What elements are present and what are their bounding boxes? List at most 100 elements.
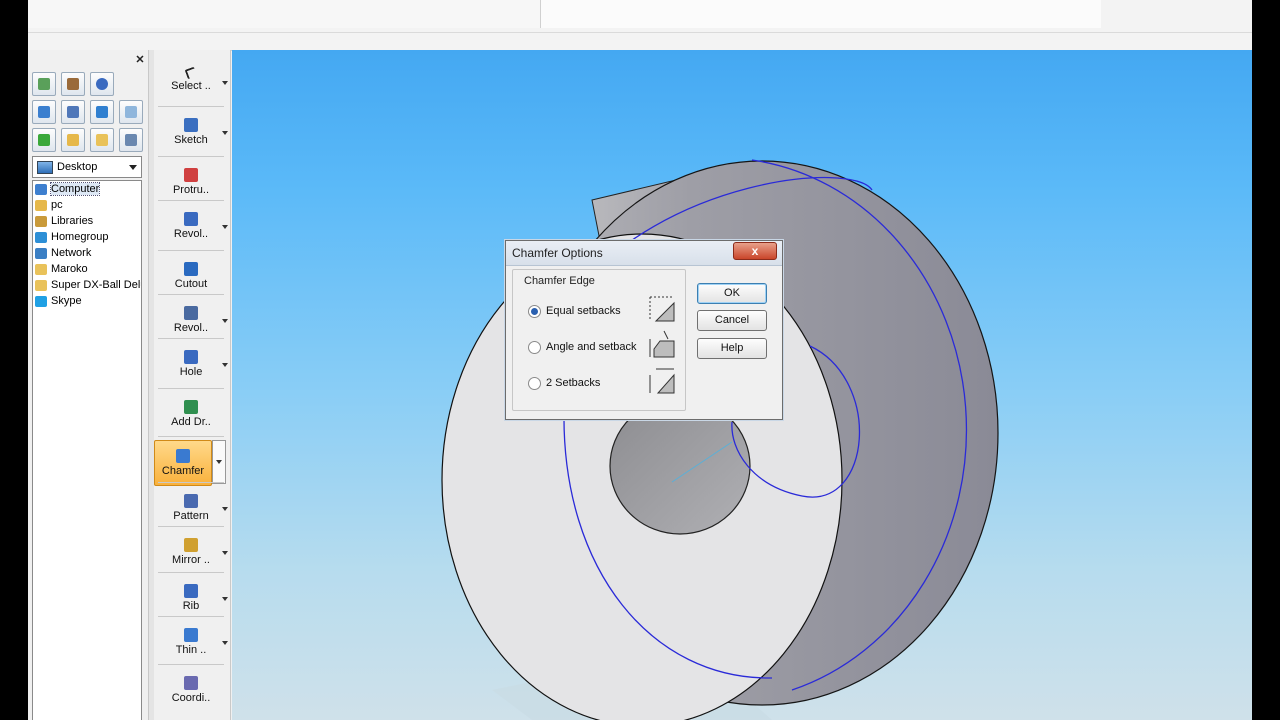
cutout-icon	[184, 262, 198, 276]
toolbar-separator	[158, 338, 224, 339]
toolbar-separator	[158, 482, 224, 483]
desktop-icon	[37, 160, 53, 174]
ribbon-segment-right	[541, 0, 1101, 28]
radio-button[interactable]	[528, 376, 541, 390]
feature-button[interactable]: Protru..	[156, 160, 226, 204]
ok-button[interactable]: OK	[697, 283, 767, 304]
feature-button[interactable]: Revol..	[156, 298, 228, 342]
feature-label: Coordi..	[171, 692, 211, 704]
feature-tree-icon[interactable]	[32, 72, 56, 96]
feature-button[interactable]: Cutout	[156, 254, 226, 298]
tree-item[interactable]: Network	[33, 245, 141, 261]
dropdown-arrow-icon[interactable]	[222, 507, 228, 511]
feature-button[interactable]: Pattern	[156, 486, 228, 530]
network-icon	[35, 247, 47, 259]
explorer-toolbar-row-1	[32, 72, 114, 96]
pattern-icon	[184, 494, 198, 508]
feature-label: Revol..	[173, 322, 209, 334]
feature-button[interactable]: Thin ..	[156, 620, 228, 664]
feature-label: Chamfer	[161, 465, 205, 477]
select-arrow-icon	[184, 66, 198, 80]
feature-button[interactable]: Coordi..	[156, 668, 226, 712]
dropdown-arrow-icon[interactable]	[222, 131, 228, 135]
copy-icon[interactable]	[61, 100, 85, 124]
feature-label: Hole	[179, 366, 203, 378]
back-arrow-icon[interactable]	[32, 128, 56, 152]
hierarchy-icon[interactable]	[32, 100, 56, 124]
tree-item[interactable]: Homegroup	[33, 229, 141, 245]
dropdown-arrow-icon[interactable]	[222, 225, 228, 229]
tree-item-label: Network	[51, 247, 92, 259]
ribbon-segment-left	[28, 0, 541, 28]
close-button[interactable]: x	[733, 242, 777, 260]
dropdown-arrow-icon[interactable]	[222, 363, 228, 367]
chamfer-icon	[176, 449, 190, 463]
layers-icon[interactable]	[61, 72, 85, 96]
hole-icon	[184, 350, 198, 364]
option-angle-and-setback[interactable]: Angle and setback	[528, 339, 637, 355]
feature-button[interactable]: Hole	[156, 342, 228, 386]
feature-label: Select ..	[171, 80, 211, 92]
feature-button[interactable]: Rib	[156, 576, 228, 620]
feature-label: Revol..	[173, 228, 209, 240]
location-dropdown[interactable]: Desktop	[32, 156, 142, 178]
group-label: Chamfer Edge	[522, 275, 597, 287]
option-label: Angle and setback	[546, 341, 637, 353]
dropdown-arrow-icon[interactable]	[222, 319, 228, 323]
dropdown-arrow-icon[interactable]	[222, 551, 228, 555]
tree-item[interactable]: Computer	[33, 181, 141, 197]
help-button[interactable]: Help	[697, 338, 767, 359]
feature-button[interactable]: Sketch	[156, 110, 228, 154]
feature-button[interactable]: Revol..	[156, 204, 228, 248]
toolbar-separator	[158, 616, 224, 617]
tree-item[interactable]: Maroko	[33, 261, 141, 277]
feature-button[interactable]: Add Dr..	[156, 392, 226, 436]
cancel-button[interactable]: Cancel	[697, 310, 767, 331]
radio-button[interactable]	[528, 304, 541, 318]
coordinate-system-icon	[184, 676, 198, 690]
tree-item[interactable]: pc	[33, 197, 141, 213]
angle-and-setback-icon	[649, 330, 675, 358]
new-folder-icon[interactable]	[90, 128, 114, 152]
assembly-icon[interactable]	[90, 100, 114, 124]
homegroup-icon	[35, 231, 47, 243]
folder-up-icon[interactable]	[61, 128, 85, 152]
toolbar-separator	[158, 388, 224, 389]
view-options-icon[interactable]	[119, 128, 143, 152]
panel-close-icon[interactable]: ✕	[134, 54, 146, 66]
dropdown-arrow-icon[interactable]	[222, 81, 228, 85]
library-icon[interactable]	[119, 100, 143, 124]
dialog-titlebar[interactable]: Chamfer Options x	[506, 241, 782, 266]
feature-label: Add Dr..	[171, 416, 211, 428]
feature-button[interactable]: Mirror ..	[156, 530, 228, 574]
folder-icon	[35, 279, 47, 291]
feature-button[interactable]: Select ..	[156, 60, 228, 104]
settings-gear-icon[interactable]	[90, 72, 114, 96]
add-draft-icon	[184, 400, 198, 414]
tree-item-label: pc	[51, 199, 63, 211]
tree-item[interactable]: Skype	[33, 293, 141, 309]
dropdown-arrow-icon[interactable]	[222, 641, 228, 645]
dropdown-arrow-icon[interactable]	[222, 597, 228, 601]
sketch-icon	[184, 118, 198, 132]
feature-button[interactable]: Chamfer	[154, 440, 212, 486]
option-equal-setbacks[interactable]: Equal setbacks	[528, 303, 621, 319]
tree-item-label: Super DX-Ball Delu	[51, 279, 142, 291]
explorer-toolbar-row-2	[32, 100, 143, 124]
toolbar-separator	[158, 572, 224, 573]
explorer-panel: ✕ Desktop Computer pc Libraries Homegroup Ne…	[28, 50, 172, 720]
folder-icon	[35, 263, 47, 275]
tree-item[interactable]: Super DX-Ball Delu	[33, 277, 141, 293]
chamfer-dropdown-button[interactable]	[212, 440, 226, 484]
dialog-title: Chamfer Options	[512, 246, 603, 260]
radio-button[interactable]	[528, 340, 541, 354]
toolbar-separator	[158, 526, 224, 527]
protrusion-icon	[184, 168, 198, 182]
tree-item-label: Libraries	[51, 215, 94, 227]
toolbar-separator	[158, 664, 224, 665]
option-2-setbacks[interactable]: 2 Setbacks	[528, 375, 600, 391]
libraries-icon	[35, 215, 47, 227]
feature-label: Mirror ..	[172, 554, 210, 566]
tree-item[interactable]: Libraries	[33, 213, 141, 229]
tree-item-label: Homegroup	[51, 231, 109, 243]
